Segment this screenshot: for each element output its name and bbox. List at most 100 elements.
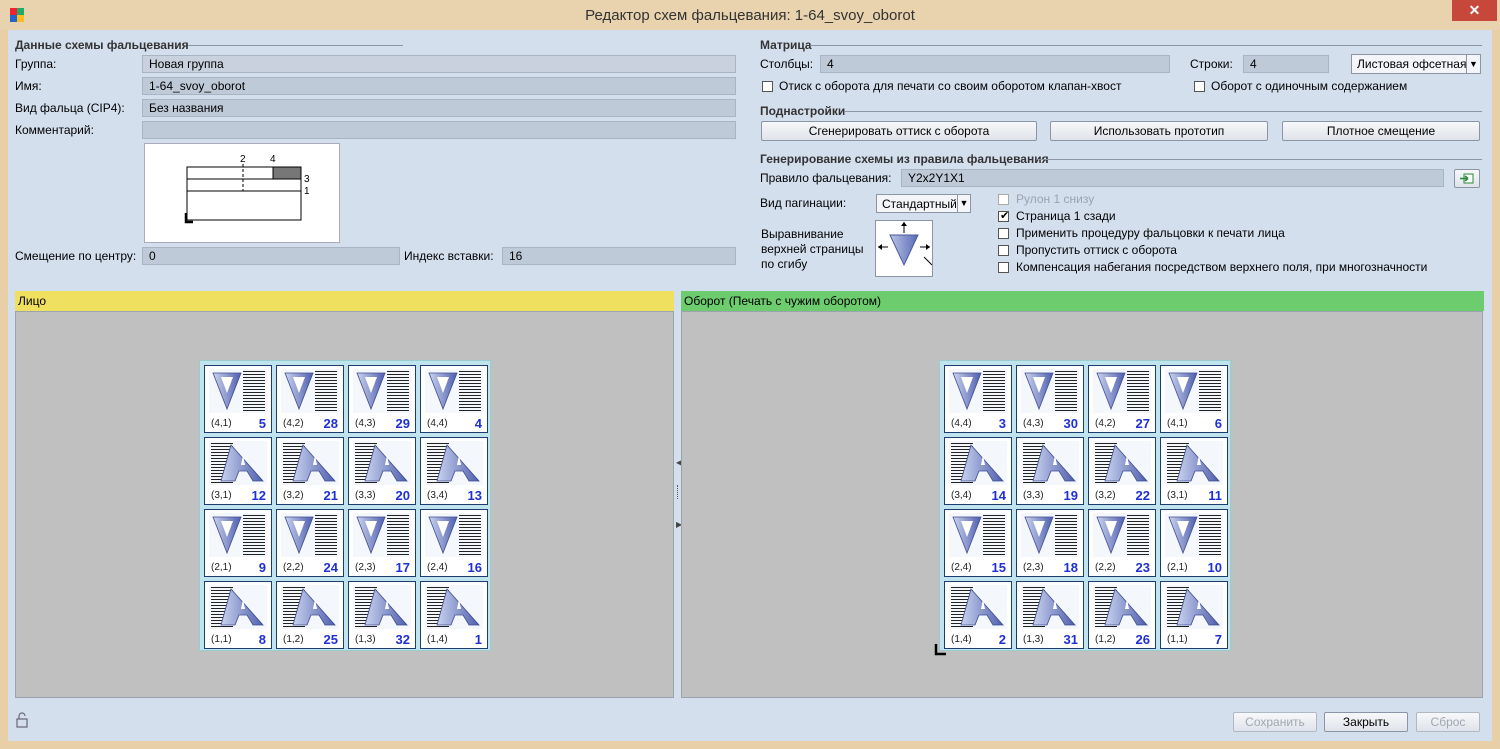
- page-cell[interactable]: (4,2) 28: [276, 365, 344, 433]
- single-content-checkbox[interactable]: [1194, 81, 1205, 92]
- page-cell[interactable]: (4,1) 6: [1160, 365, 1228, 433]
- cell-coordinate: (1,4): [951, 634, 972, 645]
- apply-rule-button[interactable]: [1454, 169, 1480, 188]
- cell-coordinate: (3,3): [1023, 490, 1044, 501]
- page-thumbnail-icon: [1165, 441, 1223, 485]
- back-sheet: (4,4) 3 (4,3) 30 (4,2) 27 (4,1) 6 (3,4) 14 (3,3) 19…: [939, 360, 1231, 651]
- chevron-down-icon[interactable]: ▼: [1466, 54, 1480, 74]
- page-thumbnail-inverted-icon: [1021, 513, 1079, 557]
- backside-checkbox[interactable]: [762, 81, 773, 92]
- subsettings-header: Поднастройки: [760, 104, 846, 118]
- page-cell[interactable]: (3,2) 22: [1088, 437, 1156, 505]
- page-number: 10: [1207, 560, 1222, 575]
- splitter-grip-icon[interactable]: [677, 485, 679, 499]
- roll-bottom-checkbox[interactable]: [998, 194, 1009, 205]
- window-title: Редактор схем фальцевания: 1-64_svoy_obo…: [585, 7, 915, 24]
- page1-back-checkbox[interactable]: ✔: [998, 210, 1009, 222]
- preview-label: 2: [240, 154, 246, 165]
- generate-backside-button[interactable]: Сгенерировать оттиск с оборота: [761, 121, 1037, 141]
- group-field[interactable]: Новая группа: [142, 55, 736, 73]
- page-number: 18: [1063, 560, 1078, 575]
- page-cell[interactable]: (1,2) 25: [276, 581, 344, 649]
- page-cell[interactable]: (1,1) 7: [1160, 581, 1228, 649]
- page-number: 31: [1063, 632, 1078, 647]
- page-thumbnail-icon: [353, 585, 411, 629]
- page-cell[interactable]: (1,3) 32: [348, 581, 416, 649]
- cell-coordinate: (3,4): [427, 490, 448, 501]
- name-field[interactable]: 1-64_svoy_oborot: [142, 77, 736, 95]
- page-cell[interactable]: (3,1) 11: [1160, 437, 1228, 505]
- align-top-page-button[interactable]: [875, 220, 933, 277]
- rows-field[interactable]: 4: [1243, 55, 1329, 73]
- page-cell[interactable]: (4,3) 30: [1016, 365, 1084, 433]
- roll-bottom-label: Рулон 1 снизу: [1016, 192, 1095, 206]
- page-cell[interactable]: (2,1) 9: [204, 509, 272, 577]
- page-number: 20: [395, 488, 410, 503]
- reset-button[interactable]: Сброс: [1416, 712, 1480, 732]
- page-number: 6: [1214, 416, 1222, 431]
- close-dialog-button[interactable]: Закрыть: [1324, 712, 1408, 732]
- cell-coordinate: (2,3): [1023, 562, 1044, 573]
- page-cell[interactable]: (3,3) 20: [348, 437, 416, 505]
- page-cell[interactable]: (3,4) 13: [420, 437, 488, 505]
- page-cell[interactable]: (2,3) 18: [1016, 509, 1084, 577]
- save-button[interactable]: Сохранить: [1233, 712, 1317, 732]
- page-cell[interactable]: (2,4) 15: [944, 509, 1012, 577]
- divider: [1038, 159, 1482, 160]
- cell-coordinate: (3,3): [355, 490, 376, 501]
- comment-field[interactable]: [142, 121, 736, 139]
- page-cell[interactable]: (1,2) 26: [1088, 581, 1156, 649]
- page-cell[interactable]: (1,1) 8: [204, 581, 272, 649]
- page-cell[interactable]: (4,4) 3: [944, 365, 1012, 433]
- page-cell[interactable]: (4,4) 4: [420, 365, 488, 433]
- cell-coordinate: (2,3): [355, 562, 376, 573]
- creep-compensation-checkbox[interactable]: [998, 262, 1009, 273]
- page-number: 27: [1135, 416, 1150, 431]
- cell-coordinate: (4,4): [951, 418, 972, 429]
- cell-coordinate: (1,3): [355, 634, 376, 645]
- cell-coordinate: (3,4): [951, 490, 972, 501]
- page-cell[interactable]: (2,4) 16: [420, 509, 488, 577]
- lock-icon[interactable]: [15, 712, 29, 728]
- page-thumbnail-icon: [281, 585, 339, 629]
- page-thumbnail-inverted-icon: [1093, 369, 1151, 413]
- fold-type-field[interactable]: Без названия: [142, 99, 736, 117]
- page-number: 9: [258, 560, 266, 575]
- apply-fold-checkbox[interactable]: [998, 228, 1009, 239]
- front-panel[interactable]: (4,1) 5 (4,2) 28 (4,3) 29 (4,4) 4 (3,1) 12 (3,2) 21…: [15, 311, 674, 698]
- page-cell[interactable]: (2,2) 23: [1088, 509, 1156, 577]
- page-cell[interactable]: (1,4) 2: [944, 581, 1012, 649]
- press-type-select[interactable]: Листовая офсетная ▼: [1351, 54, 1481, 74]
- center-offset-field[interactable]: 0: [142, 247, 400, 265]
- page-cell[interactable]: (2,1) 10: [1160, 509, 1228, 577]
- fold-rule-field[interactable]: Y2x2Y1X1: [901, 169, 1444, 187]
- close-button[interactable]: ✕: [1452, 0, 1497, 21]
- tight-shift-button[interactable]: Плотное смещение: [1282, 121, 1480, 141]
- page-cell[interactable]: (1,4) 1: [420, 581, 488, 649]
- back-panel[interactable]: (4,4) 3 (4,3) 30 (4,2) 27 (4,1) 6 (3,4) 14 (3,3) 19…: [681, 311, 1483, 698]
- page-cell[interactable]: (4,1) 5: [204, 365, 272, 433]
- page-number: 19: [1063, 488, 1078, 503]
- title-bar[interactable]: Редактор схем фальцевания: 1-64_svoy_obo…: [0, 0, 1500, 30]
- chevron-down-icon[interactable]: ▼: [957, 194, 970, 213]
- cell-coordinate: (2,2): [1095, 562, 1116, 573]
- insert-index-field[interactable]: 16: [502, 247, 736, 265]
- page-cell[interactable]: (2,2) 24: [276, 509, 344, 577]
- columns-field[interactable]: 4: [820, 55, 1170, 73]
- page-cell[interactable]: (3,4) 14: [944, 437, 1012, 505]
- name-label: Имя:: [15, 79, 42, 93]
- client-area: Данные схемы фальцевания Группа: Новая г…: [8, 30, 1492, 741]
- page-cell[interactable]: (4,2) 27: [1088, 365, 1156, 433]
- page-cell[interactable]: (3,3) 19: [1016, 437, 1084, 505]
- rule-section-header: Генерирование схемы из правила фальцеван…: [760, 152, 1049, 166]
- page-cell[interactable]: (1,3) 31: [1016, 581, 1084, 649]
- page-cell[interactable]: (4,3) 29: [348, 365, 416, 433]
- page-thumbnail-icon: [425, 585, 483, 629]
- rows-label: Строки:: [1190, 57, 1233, 71]
- use-prototype-button[interactable]: Использовать прототип: [1050, 121, 1268, 141]
- page-cell[interactable]: (3,2) 21: [276, 437, 344, 505]
- page-cell[interactable]: (3,1) 12: [204, 437, 272, 505]
- skip-backside-checkbox[interactable]: [998, 245, 1009, 256]
- page-cell[interactable]: (2,3) 17: [348, 509, 416, 577]
- pagination-select[interactable]: Стандартный ▼: [876, 194, 971, 213]
